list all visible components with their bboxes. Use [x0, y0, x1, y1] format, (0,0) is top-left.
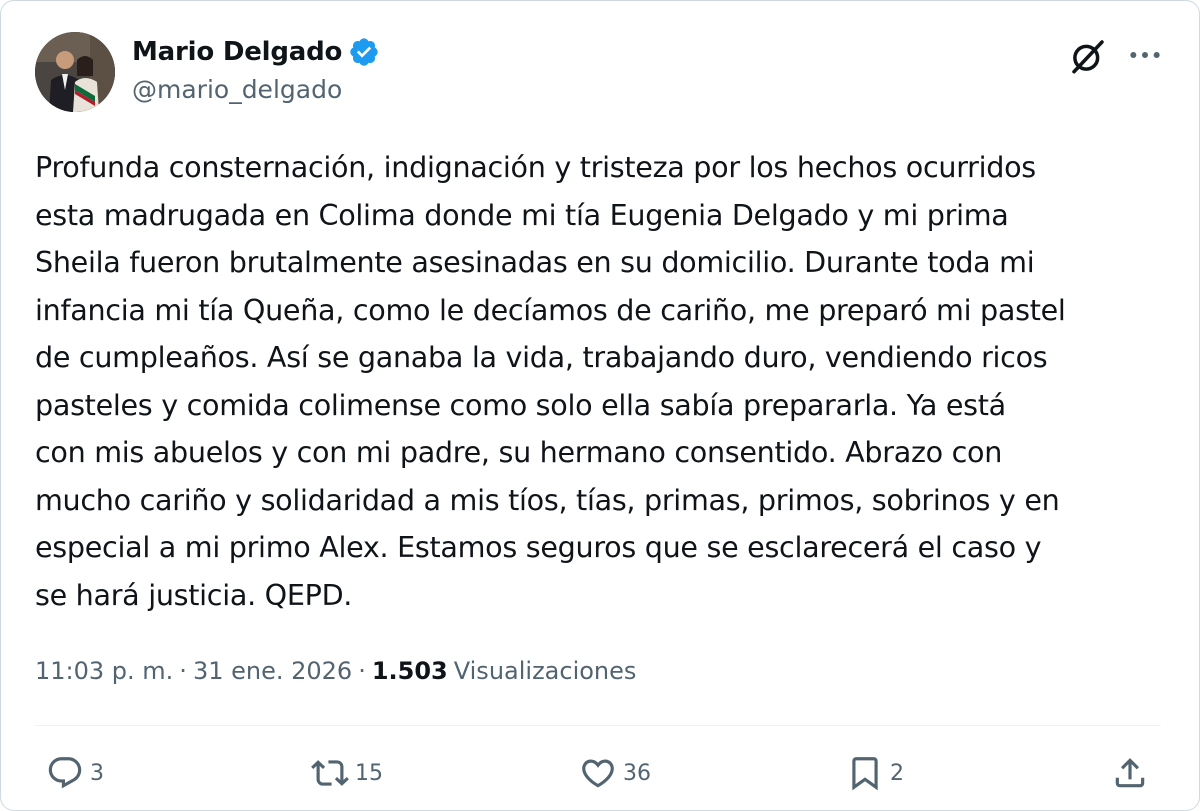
- retweet-count: 15: [355, 760, 383, 786]
- tweet-time[interactable]: 11:03 p. m.: [35, 657, 173, 685]
- author-name[interactable]: Mario Delgado: [132, 37, 342, 67]
- meta-separator: ·: [179, 657, 187, 685]
- tweet-date[interactable]: 31 ene. 2026: [193, 657, 352, 685]
- tweet-card: Mario Delgado @mario_delgado Profunda co…: [0, 0, 1200, 811]
- author-row: Mario Delgado: [132, 32, 380, 72]
- reply-button[interactable]: 3: [46, 751, 104, 795]
- tweet-meta: 11:03 p. m. · 31 ene. 2026 · 1.503 Visua…: [35, 651, 636, 691]
- grok-icon[interactable]: [1067, 35, 1109, 77]
- reply-icon: [48, 757, 82, 789]
- bookmark-count: 2: [890, 760, 904, 786]
- bookmark-button[interactable]: 2: [846, 751, 904, 795]
- like-count: 36: [623, 760, 651, 786]
- meta-separator: ·: [358, 657, 366, 685]
- more-options-icon[interactable]: [1125, 35, 1165, 75]
- bookmark-icon: [852, 757, 878, 791]
- reply-count: 3: [90, 760, 104, 786]
- tweet-text: Profunda consternación, indignación y tr…: [35, 150, 1066, 612]
- share-icon: [1115, 758, 1145, 788]
- divider: [35, 725, 1161, 726]
- like-button[interactable]: 36: [579, 751, 651, 795]
- avatar-photo: [35, 32, 115, 112]
- views-count[interactable]: 1.503: [372, 657, 448, 685]
- retweet-button[interactable]: 15: [311, 751, 383, 795]
- avatar[interactable]: [35, 32, 115, 112]
- author-handle[interactable]: @mario_delgado: [132, 75, 342, 104]
- retweet-icon: [311, 760, 349, 786]
- views-label: Visualizaciones: [453, 657, 637, 685]
- share-button[interactable]: [1111, 751, 1149, 795]
- heart-icon: [582, 759, 614, 788]
- verified-badge-icon: [350, 38, 378, 66]
